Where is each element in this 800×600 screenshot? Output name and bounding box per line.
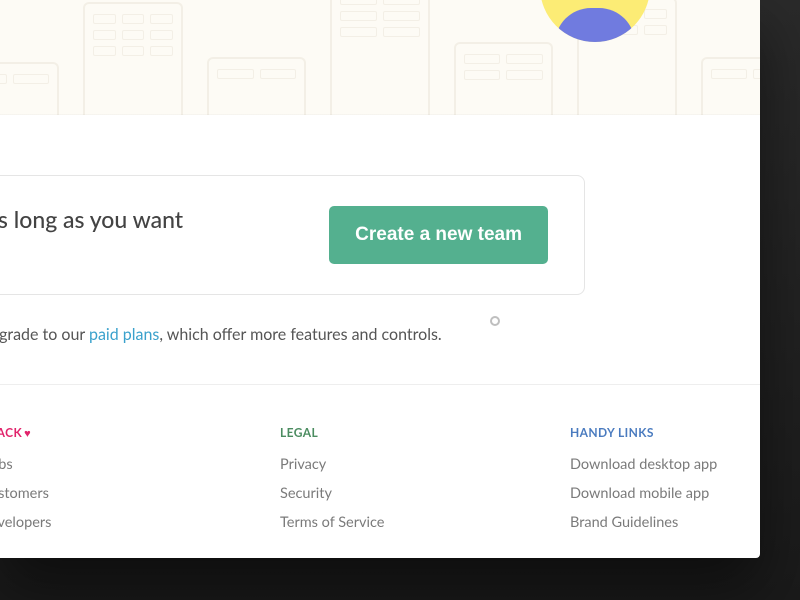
footer-link-jobs[interactable]: obs bbox=[0, 456, 140, 473]
footer-heading-legal: LEGAL bbox=[280, 425, 430, 440]
create-team-button[interactable]: Create a new team bbox=[329, 206, 548, 264]
circle-decoration-icon bbox=[490, 316, 500, 326]
buildings-decoration bbox=[0, 0, 760, 115]
cta-section: free to use for as long as you want of a… bbox=[0, 115, 760, 384]
footer-link-developers[interactable]: evelopers bbox=[0, 514, 140, 531]
subtext-before: easily upgrade to our bbox=[0, 325, 89, 344]
cta-card: free to use for as long as you want of a… bbox=[0, 175, 585, 295]
footer-col-legal: LEGAL Privacy Security Terms of Service bbox=[280, 425, 430, 543]
hero-illustration bbox=[0, 0, 760, 115]
person-avatar-icon bbox=[540, 0, 650, 42]
footer-col-slack: LACK♥ obs ustomers evelopers bbox=[0, 425, 140, 543]
footer-link-tos[interactable]: Terms of Service bbox=[280, 514, 430, 531]
footer-col-handy: HANDY LINKS Download desktop app Downloa… bbox=[570, 425, 720, 543]
footer-heading-handy: HANDY LINKS bbox=[570, 425, 720, 440]
footer: LACK♥ obs ustomers evelopers LEGAL Priva… bbox=[0, 384, 760, 543]
footer-link-privacy[interactable]: Privacy bbox=[280, 456, 430, 473]
cta-line1: to use for as long as you want bbox=[0, 205, 183, 233]
footer-link-desktop[interactable]: Download desktop app bbox=[570, 456, 720, 473]
cta-text: free to use for as long as you want of a… bbox=[0, 204, 305, 266]
page-content: free to use for as long as you want of a… bbox=[0, 0, 760, 558]
subtext-after: , which offer more features and controls… bbox=[159, 325, 441, 344]
footer-link-mobile[interactable]: Download mobile app bbox=[570, 485, 720, 502]
footer-link-security[interactable]: Security bbox=[280, 485, 430, 502]
footer-heading-slack: LACK♥ bbox=[0, 425, 140, 440]
footer-link-brand[interactable]: Brand Guidelines bbox=[570, 514, 720, 531]
paid-plans-link[interactable]: paid plans bbox=[89, 325, 159, 344]
footer-link-customers[interactable]: ustomers bbox=[0, 485, 140, 502]
heart-icon: ♥ bbox=[24, 427, 31, 440]
upgrade-subtext: easily upgrade to our paid plans, which … bbox=[0, 325, 580, 344]
